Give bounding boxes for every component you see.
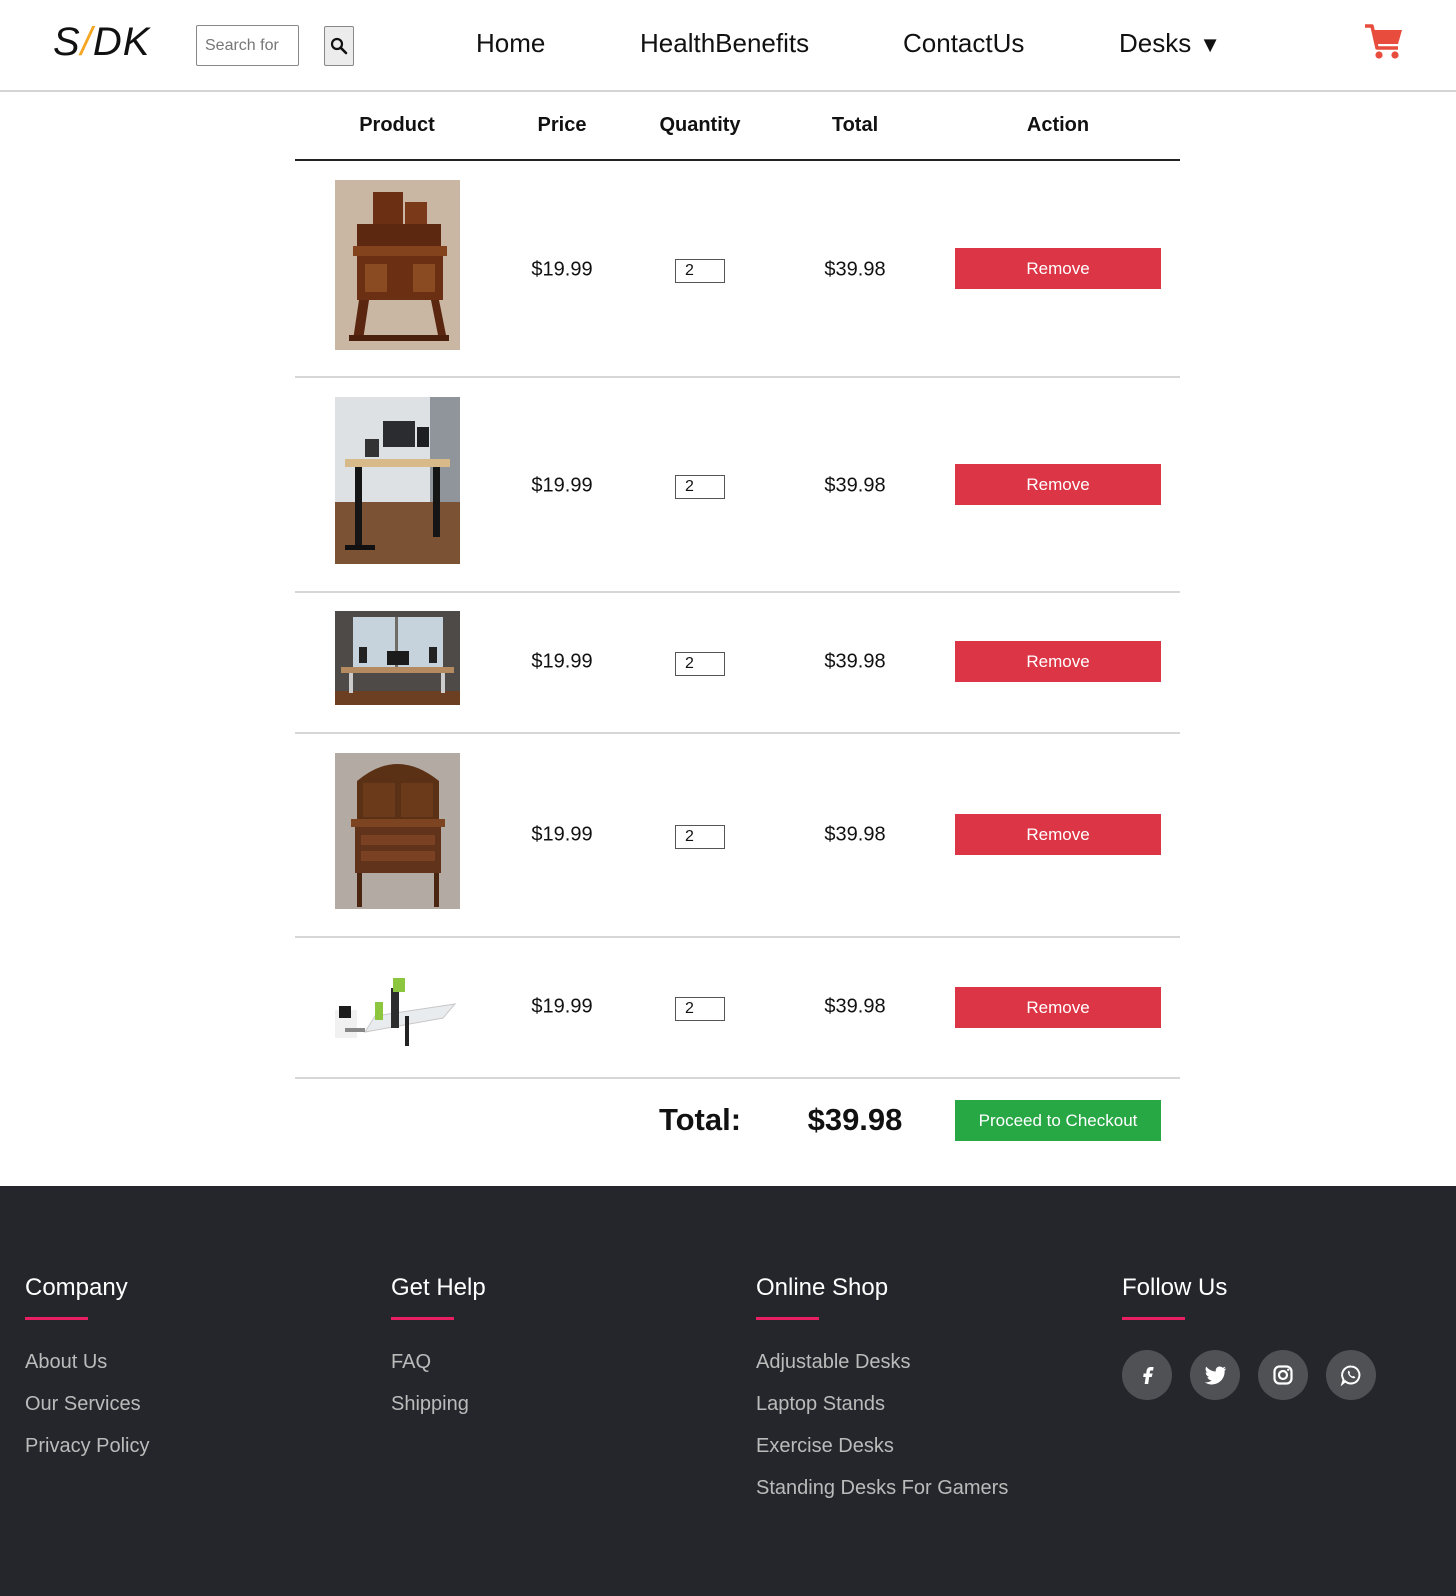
row-price: $19.99 xyxy=(531,474,593,497)
row-divider xyxy=(295,1077,1180,1079)
remove-button[interactable]: Remove xyxy=(955,248,1161,289)
quantity-input[interactable] xyxy=(675,825,725,849)
nav-desks-label: Desks xyxy=(1119,28,1192,58)
row-divider xyxy=(295,591,1180,593)
chevron-down-icon: ▼ xyxy=(1199,32,1222,57)
column-header-total: Total xyxy=(831,114,879,136)
whatsapp-link[interactable] xyxy=(1326,1350,1376,1400)
row-divider xyxy=(295,732,1180,734)
footer-link-faq[interactable]: FAQ xyxy=(391,1350,486,1374)
footer-link-adjustable-desks[interactable]: Adjustable Desks xyxy=(756,1350,1008,1374)
product-image-modern-office-desks xyxy=(335,976,460,1051)
column-header-action: Action xyxy=(1026,114,1090,136)
search-button[interactable] xyxy=(324,26,354,66)
site-logo[interactable]: S/DK xyxy=(53,20,150,65)
cart-button[interactable] xyxy=(1364,22,1404,62)
cart-total-label: Total: xyxy=(658,1102,742,1137)
row-total: $39.98 xyxy=(824,995,886,1018)
footer-column-follow-us: Follow Us xyxy=(1122,1274,1376,1400)
facebook-link[interactable] xyxy=(1122,1350,1172,1400)
product-image-desk-by-window xyxy=(335,611,460,705)
footer-column-get-help: Get Help FAQ Shipping xyxy=(391,1274,486,1434)
footer-link-shipping[interactable]: Shipping xyxy=(391,1392,486,1416)
remove-button[interactable]: Remove xyxy=(955,464,1161,505)
table-header-divider xyxy=(295,159,1180,161)
nav-home[interactable]: Home xyxy=(476,28,545,59)
cart-total-value: $39.98 xyxy=(807,1102,903,1137)
quantity-input[interactable] xyxy=(675,652,725,676)
logo-text-left: S xyxy=(53,20,81,64)
remove-button[interactable]: Remove xyxy=(955,814,1161,855)
twitter-link[interactable] xyxy=(1190,1350,1240,1400)
row-price: $19.99 xyxy=(531,995,593,1018)
heading-underline xyxy=(756,1317,819,1320)
nav-health-benefits[interactable]: HealthBenefits xyxy=(640,28,809,59)
footer-link-exercise-desks[interactable]: Exercise Desks xyxy=(756,1434,1008,1458)
quantity-input[interactable] xyxy=(675,259,725,283)
footer-heading: Get Help xyxy=(391,1274,486,1301)
shopping-cart-icon xyxy=(1365,24,1402,59)
nav-contact-us[interactable]: ContactUs xyxy=(903,28,1024,59)
quantity-input[interactable] xyxy=(675,997,725,1021)
logo-slash: / xyxy=(80,20,93,64)
heading-underline xyxy=(391,1317,454,1320)
quantity-input[interactable] xyxy=(675,475,725,499)
row-divider xyxy=(295,936,1180,938)
nav-desks-dropdown[interactable]: Desks ▼ xyxy=(1119,28,1221,59)
footer-heading: Follow Us xyxy=(1122,1274,1228,1301)
instagram-icon xyxy=(1273,1365,1293,1385)
footer-heading: Online Shop xyxy=(756,1274,889,1301)
footer-column-online-shop: Online Shop Adjustable Desks Laptop Stan… xyxy=(756,1274,1008,1518)
row-total: $39.98 xyxy=(824,258,886,281)
instagram-link[interactable] xyxy=(1258,1350,1308,1400)
row-price: $19.99 xyxy=(531,258,593,281)
footer-column-company: Company About Us Our Services Privacy Po… xyxy=(25,1274,149,1476)
column-header-product: Product xyxy=(359,114,435,136)
logo-text-right: DK xyxy=(92,20,151,64)
proceed-to-checkout-button[interactable]: Proceed to Checkout xyxy=(955,1100,1161,1141)
whatsapp-icon xyxy=(1340,1365,1361,1386)
search-icon xyxy=(330,37,348,55)
remove-button[interactable]: Remove xyxy=(955,641,1161,682)
product-image-antique-secretary-desk xyxy=(335,753,460,909)
site-header: S/DK Home HealthBenefits ContactUs Desks… xyxy=(0,0,1456,92)
heading-underline xyxy=(25,1317,88,1320)
row-divider xyxy=(295,376,1180,378)
search-input[interactable] xyxy=(196,25,299,66)
column-header-quantity: Quantity xyxy=(659,114,741,136)
social-links xyxy=(1122,1350,1376,1400)
product-image-antique-writing-desk xyxy=(335,180,460,350)
twitter-icon xyxy=(1204,1366,1226,1385)
row-price: $19.99 xyxy=(531,823,593,846)
column-header-price: Price xyxy=(537,114,587,136)
row-total: $39.98 xyxy=(824,823,886,846)
facebook-icon xyxy=(1143,1367,1154,1384)
footer-link-about-us[interactable]: About Us xyxy=(25,1350,149,1374)
footer-link-our-services[interactable]: Our Services xyxy=(25,1392,149,1416)
row-total: $39.98 xyxy=(824,474,886,497)
row-price: $19.99 xyxy=(531,650,593,673)
remove-button[interactable]: Remove xyxy=(955,987,1161,1028)
heading-underline xyxy=(1122,1317,1185,1320)
row-total: $39.98 xyxy=(824,650,886,673)
footer-heading: Company xyxy=(25,1274,128,1301)
product-image-standing-desk-office xyxy=(335,397,460,564)
footer-link-laptop-stands[interactable]: Laptop Stands xyxy=(756,1392,1008,1416)
footer-link-privacy-policy[interactable]: Privacy Policy xyxy=(25,1434,149,1458)
footer-link-standing-desks-for-gamers[interactable]: Standing Desks For Gamers xyxy=(756,1476,1008,1500)
